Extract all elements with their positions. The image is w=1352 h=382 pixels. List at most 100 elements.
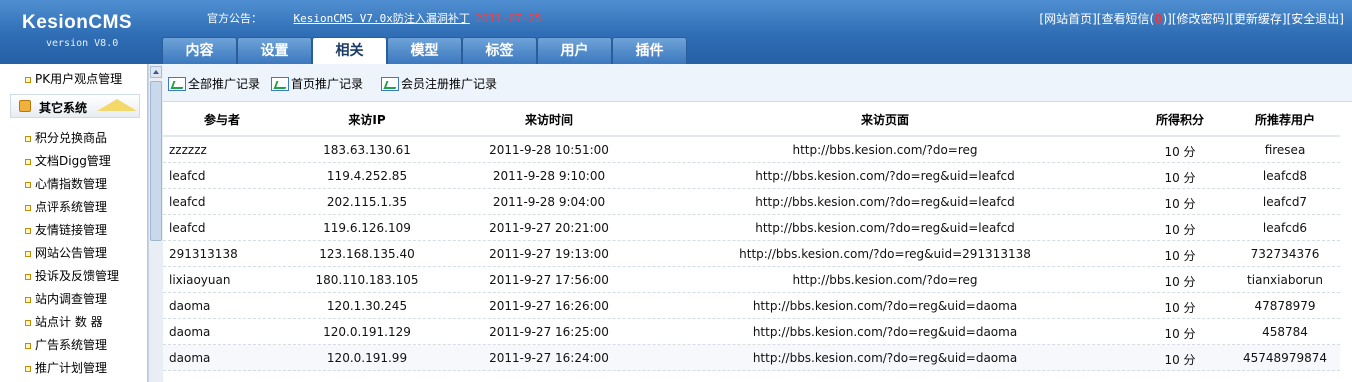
table-row: daoma 120.1.30.245 2011-9-27 16:26:00 http:… <box>163 293 1340 319</box>
cell-referrer: leafcd8 <box>1262 169 1308 183</box>
update-cache-link[interactable]: [更新缓存] <box>1229 12 1286 26</box>
bullet-icon <box>25 251 31 257</box>
cell-referrer: firesea <box>1264 143 1306 157</box>
cell-page: http://bbs.kesion.com/?do=reg&uid=291313… <box>739 247 1031 261</box>
col-page: 来访页面 <box>860 113 910 127</box>
col-time: 来访时间 <box>524 113 574 127</box>
sidebar-item[interactable]: 推广计划管理 <box>0 357 148 380</box>
scroll-thumb[interactable] <box>150 81 162 241</box>
cell-time: 2011-9-27 16:24:00 <box>489 351 609 365</box>
sidebar-item-label: 投诉及反馈管理 <box>35 269 120 283</box>
tab-0[interactable]: 内容 <box>162 37 237 64</box>
chart-icon <box>271 77 289 91</box>
cell-points: 10 分 <box>1164 275 1196 289</box>
promotion-records-table: 参与者 来访IP 来访时间 来访页面 所得积分 所推荐用户 zzzzzz 183.… <box>163 102 1340 371</box>
chart-icon <box>168 77 186 91</box>
cell-participant: zzzzzz <box>169 143 207 157</box>
sidebar-group-other-systems[interactable]: 其它系统 <box>10 94 140 118</box>
sidebar-item[interactable]: 心情指数管理 <box>0 173 148 196</box>
tab-6[interactable]: 插件 <box>612 37 687 64</box>
cell-points: 10 分 <box>1164 171 1196 185</box>
sidebar-item[interactable]: 网站公告管理 <box>0 242 148 265</box>
bullet-icon <box>25 320 31 326</box>
collapse-arrow-icon <box>97 99 137 111</box>
sidebar-item-pk-opinions[interactable]: PK用户观点管理 <box>0 68 148 91</box>
cell-referrer: tianxiaborun <box>1247 273 1323 287</box>
thumbs-up-icon <box>19 100 31 112</box>
announcement-date: 2011-07-25 <box>475 12 542 25</box>
main-tabs: 内容 设置 相关 模型 标签 用户 插件 <box>162 37 687 65</box>
bullet-icon <box>25 366 31 372</box>
cell-ip: 119.4.252.85 <box>326 169 408 183</box>
table-row: lixiaoyuan 180.110.183.105 2011-9-27 17:56… <box>163 267 1340 293</box>
cell-time: 2011-9-27 17:56:00 <box>489 273 609 287</box>
reg-records-button[interactable]: 会员注册推广记录 <box>381 75 497 93</box>
sidebar-item[interactable]: 友情链接管理 <box>0 219 148 242</box>
tab-5[interactable]: 用户 <box>537 37 612 64</box>
sidebar-item-label: 站点计 数 器 <box>35 315 103 329</box>
cell-page: http://bbs.kesion.com/?do=reg&uid=leafcd <box>755 169 1015 183</box>
view-messages-link[interactable]: [查看短信(0)] <box>1097 12 1172 26</box>
cell-time: 2011-9-27 16:25:00 <box>489 325 609 339</box>
col-points: 所得积分 <box>1155 113 1205 127</box>
reg-records-label: 会员注册推广记录 <box>401 77 498 91</box>
bullet-icon <box>25 136 31 142</box>
sidebar-item[interactable]: 投诉及反馈管理 <box>0 265 148 288</box>
cell-referrer: leafcd6 <box>1262 221 1308 235</box>
cell-participant: leafcd <box>169 221 206 235</box>
home-records-button[interactable]: 首页推广记录 <box>271 75 363 93</box>
col-referrer: 所推荐用户 <box>1254 113 1316 127</box>
announcement: 官方公告： KesionCMS V7.0x防注入漏洞补丁 2011-07-25 <box>207 10 542 26</box>
site-home-link[interactable]: [网站首页] <box>1039 12 1096 26</box>
cell-time: 2011-9-28 10:51:00 <box>489 143 609 157</box>
tab-4[interactable]: 标签 <box>462 37 537 64</box>
cell-ip: 123.168.135.40 <box>319 247 415 261</box>
cell-referrer: 732734376 <box>1250 247 1320 261</box>
sidebar-item-label: 网站公告管理 <box>35 246 108 260</box>
sidebar-item[interactable]: 广告系统管理 <box>0 334 148 357</box>
bullet-icon <box>25 77 31 83</box>
cell-referrer: leafcd7 <box>1262 195 1308 209</box>
cell-referrer: 45748979874 <box>1243 351 1327 365</box>
cell-page: http://bbs.kesion.com/?do=reg&uid=leafcd <box>755 195 1015 209</box>
sidebar-item[interactable]: 点评系统管理 <box>0 196 148 219</box>
cell-page: http://bbs.kesion.com/?do=reg&uid=daoma <box>752 325 1018 339</box>
logo-version: version V8.0 <box>46 38 119 49</box>
cell-points: 10 分 <box>1164 353 1196 367</box>
sidebar-item[interactable]: 站内调查管理 <box>0 288 148 311</box>
cell-referrer: 458784 <box>1262 325 1308 339</box>
bullet-icon <box>25 159 31 165</box>
cell-ip: 120.1.30.245 <box>326 299 408 313</box>
cell-points: 10 分 <box>1164 223 1196 237</box>
sidebar-item[interactable]: 文档Digg管理 <box>0 150 148 173</box>
cell-time: 2011-9-28 9:04:00 <box>492 195 606 209</box>
cell-points: 10 分 <box>1164 197 1196 211</box>
sidebar-scrollbar[interactable] <box>148 64 163 382</box>
cell-referrer: 47878979 <box>1254 299 1316 313</box>
change-password-link[interactable]: [修改密码] <box>1172 12 1229 26</box>
bullet-icon <box>25 228 31 234</box>
table-row: leafcd 119.6.126.109 2011-9-27 20:21:00 htt… <box>163 215 1340 241</box>
tab-3[interactable]: 模型 <box>387 37 462 64</box>
cell-ip: 120.0.191.129 <box>323 325 411 339</box>
sidebar-item-label: 友情链接管理 <box>35 223 108 237</box>
user-register-icon <box>381 77 399 91</box>
sidebar-item[interactable]: 积分兑换商品 <box>0 127 148 150</box>
tab-2[interactable]: 相关 <box>312 37 387 65</box>
view-messages-prefix: [查看短信( <box>1096 12 1155 26</box>
cell-participant: daoma <box>169 325 211 339</box>
col-participant: 参与者 <box>203 113 241 127</box>
announcement-link[interactable]: KesionCMS V7.0x防注入漏洞补丁 <box>294 12 470 25</box>
scroll-up-arrow-icon[interactable] <box>150 66 162 78</box>
sidebar-item-label: PK用户观点管理 <box>35 72 123 86</box>
cell-participant: leafcd <box>169 195 206 209</box>
logout-link[interactable]: [安全退出] <box>1287 12 1344 26</box>
sidebar-item[interactable]: 站点计 数 器 <box>0 311 148 334</box>
col-ip: 来访IP <box>348 113 386 127</box>
all-records-button[interactable]: 全部推广记录 <box>168 75 260 93</box>
cell-points: 10 分 <box>1164 249 1196 263</box>
record-toolbar: 全部推广记录 首页推广记录 会员注册推广记录 <box>163 64 1352 102</box>
all-records-label: 全部推广记录 <box>188 77 261 91</box>
view-messages-suffix: )] <box>1162 12 1172 26</box>
tab-1[interactable]: 设置 <box>237 37 312 64</box>
